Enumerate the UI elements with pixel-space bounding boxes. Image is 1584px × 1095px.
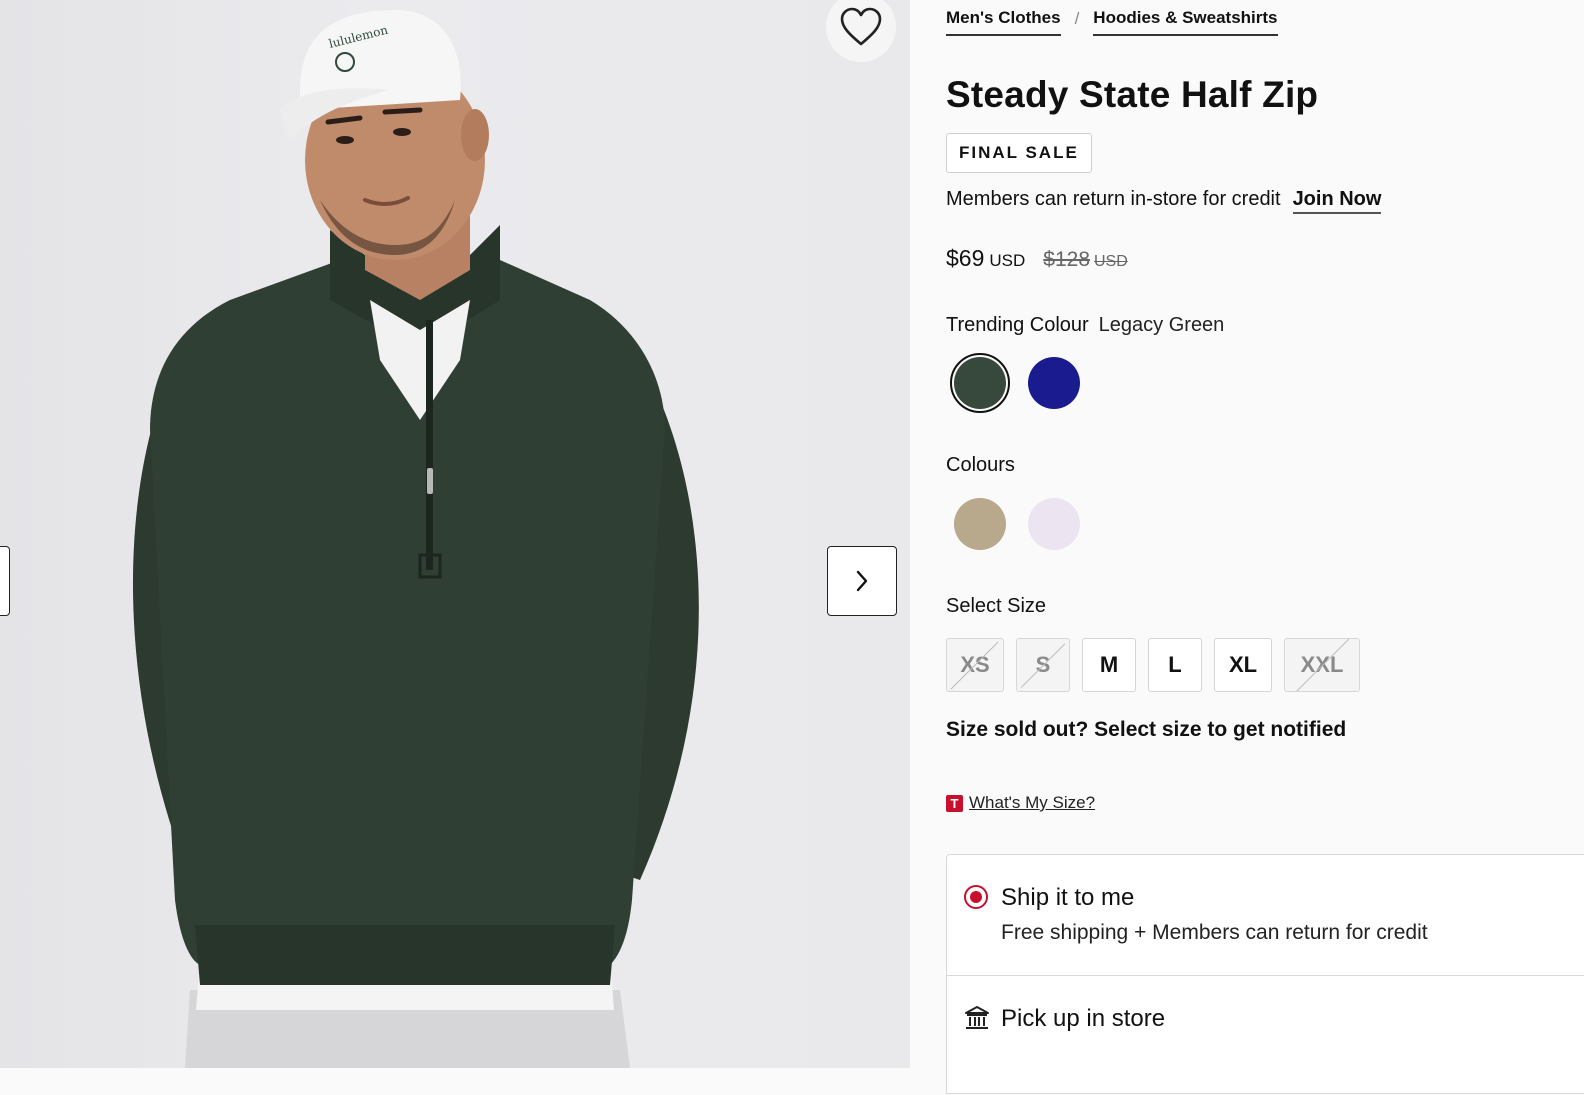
- size-xl[interactable]: XL: [1214, 638, 1272, 692]
- selected-colour-name: Legacy Green: [1098, 314, 1225, 336]
- colours-label: Colours: [946, 454, 1015, 476]
- fulfilment-options: Ship it to me Free shipping + Members ca…: [946, 854, 1584, 1094]
- size-guide-logo: T: [946, 794, 963, 812]
- final-sale-badge: FINAL SALE: [946, 133, 1092, 173]
- product-details: Men's Clothes / Hoodies & Sweatshirts St…: [946, 0, 1584, 1094]
- swatch-legacy-green[interactable]: [950, 353, 1010, 413]
- whats-my-size-link[interactable]: What's My Size?: [969, 793, 1095, 813]
- size-xs[interactable]: XS: [946, 638, 1004, 692]
- previous-image-button[interactable]: [0, 546, 10, 616]
- breadcrumb-hoodies-sweatshirts[interactable]: Hoodies & Sweatshirts: [1093, 8, 1278, 36]
- product-title: Steady State Half Zip: [946, 74, 1319, 115]
- ship-radio[interactable]: [964, 885, 988, 909]
- trending-colour-heading: Trending Colour: [946, 314, 1089, 336]
- trending-colour-label: Trending Colour Legacy Green: [946, 314, 1224, 337]
- size-xxl[interactable]: XXL: [1284, 638, 1360, 692]
- swatch-color: [954, 357, 1006, 409]
- price: $69 USD $128 USD: [946, 245, 1128, 272]
- breadcrumb-separator: /: [1074, 9, 1080, 28]
- ship-it-option[interactable]: Ship it to me Free shipping + Members ca…: [947, 855, 1584, 975]
- pickup-title: Pick up in store: [1001, 1005, 1166, 1032]
- breadcrumb-mens-clothes[interactable]: Men's Clothes: [946, 8, 1061, 36]
- size-m[interactable]: M: [1082, 638, 1136, 692]
- breadcrumb: Men's Clothes / Hoodies & Sweatshirts: [946, 8, 1278, 36]
- swatch-color: [1028, 498, 1080, 550]
- size-l[interactable]: L: [1148, 638, 1202, 692]
- size-guide: T What's My Size?: [946, 793, 1095, 813]
- ship-subtitle: Free shipping + Members can return for c…: [1001, 921, 1428, 944]
- returns-info: Members can return in-store for credit J…: [946, 188, 1382, 214]
- next-image-button[interactable]: [827, 546, 897, 616]
- product-image-gallery: lululemon: [0, 0, 910, 1068]
- product-photo: lululemon: [132, 10, 699, 1068]
- size-selector: XS S M L XL XXL: [946, 638, 1360, 692]
- current-price: $69: [946, 245, 985, 271]
- original-price: $128: [1043, 248, 1090, 271]
- heart-icon: [840, 7, 882, 46]
- ship-title: Ship it to me: [1001, 884, 1135, 911]
- swatch-lilac[interactable]: [1024, 494, 1084, 554]
- trending-colour-swatches: [950, 353, 1084, 413]
- swatch-color: [1028, 357, 1080, 409]
- sold-out-notice: Size sold out? Select size to get notifi…: [946, 718, 1347, 741]
- returns-text: Members can return in-store for credit: [946, 188, 1281, 210]
- chevron-right-icon: [856, 570, 868, 592]
- size-s[interactable]: S: [1016, 638, 1070, 692]
- store-icon: [965, 1006, 989, 1029]
- join-now-link[interactable]: Join Now: [1292, 188, 1382, 214]
- radio-selected-dot: [970, 891, 982, 903]
- pickup-option[interactable]: Pick up in store: [947, 975, 1584, 1095]
- swatch-color: [954, 498, 1006, 550]
- select-size-label: Select Size: [946, 595, 1047, 617]
- swatch-khaki[interactable]: [950, 494, 1010, 554]
- original-price-currency: USD: [1094, 253, 1128, 270]
- swatch-navy[interactable]: [1024, 353, 1084, 413]
- colour-swatches: [950, 494, 1084, 554]
- current-price-currency: USD: [989, 251, 1026, 270]
